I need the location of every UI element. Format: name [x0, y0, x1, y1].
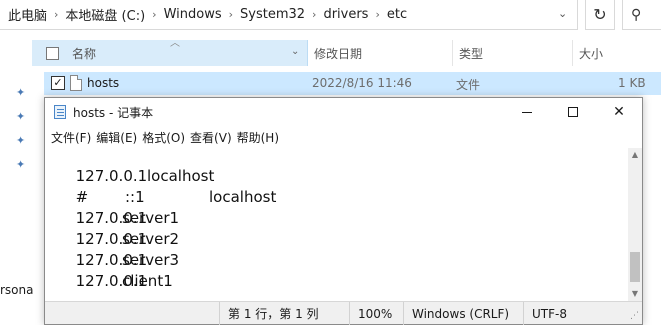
scroll-down-arrow-icon[interactable]: ▼ [628, 287, 642, 301]
chevron-right-icon: › [375, 8, 380, 21]
row-checkbox[interactable]: ✓ [51, 76, 65, 90]
pin-icon[interactable]: ✦ [16, 134, 25, 147]
menu-file[interactable]: 文件(F) [49, 129, 94, 146]
breadcrumb-local-disk[interactable]: 本地磁盘 (C:) [61, 5, 149, 24]
menu-view[interactable]: 查看(V) [188, 129, 235, 146]
chevron-down-icon[interactable]: ⌄ [291, 46, 299, 57]
minimize-button[interactable] [504, 98, 550, 126]
breadcrumb-drivers[interactable]: drivers [319, 7, 372, 22]
chevron-right-icon: › [54, 8, 59, 21]
close-icon: ✕ [613, 104, 625, 120]
chevron-right-icon: › [312, 8, 317, 21]
title-bar[interactable]: hosts - 记事本 ✕ [45, 98, 642, 126]
scroll-thumb[interactable] [630, 252, 640, 282]
file-size: 1 KB [618, 76, 646, 90]
status-cursor-position: 第 1 行，第 1 列 [219, 302, 349, 325]
menu-help[interactable]: 帮助(H) [235, 129, 282, 146]
refresh-button[interactable]: ↻ [585, 0, 615, 30]
notepad-app-icon [54, 105, 66, 119]
maximize-icon [568, 107, 578, 117]
sidebar-item-label[interactable]: rsona [0, 283, 34, 297]
hostname: localhost [147, 167, 215, 185]
status-line-ending: Windows (CRLF) [403, 302, 523, 325]
pin-icon[interactable]: ✦ [16, 110, 25, 123]
window-title: hosts - 记事本 [73, 106, 154, 120]
file-name: hosts [87, 76, 120, 90]
file-icon [70, 75, 82, 91]
hostname: client1 [122, 272, 173, 290]
breadcrumb-this-pc[interactable]: 此电脑 [4, 5, 51, 24]
file-type: 文件 [456, 78, 481, 92]
scroll-up-arrow-icon[interactable]: ▲ [628, 148, 642, 162]
column-type[interactable]: 类型 [453, 40, 573, 66]
chevron-right-icon: › [152, 8, 157, 21]
chevron-down-icon[interactable]: ⌄ [558, 7, 567, 20]
column-header: ︿ 名称 ⌄ 修改日期 类型 大小 [32, 38, 661, 66]
breadcrumb-system32[interactable]: System32 [236, 7, 309, 22]
close-button[interactable]: ✕ [596, 98, 642, 126]
resize-grip-icon[interactable]: ⋰ [630, 311, 639, 321]
pin-icon[interactable]: ✦ [16, 86, 25, 99]
text-editor[interactable]: 127.0.0.1 localhost #::1 localhost 127.0.0… [45, 148, 628, 301]
column-name[interactable]: ︿ 名称 ⌄ [32, 38, 308, 66]
search-input[interactable]: ⚲ [622, 0, 661, 30]
status-encoding: UTF-8 [523, 302, 628, 325]
status-zoom: 100% [349, 302, 403, 325]
vertical-scrollbar[interactable]: ▲ ▼ [628, 148, 642, 301]
select-all-checkbox[interactable] [46, 47, 59, 60]
status-bar: 第 1 行，第 1 列 100% Windows (CRLF) UTF-8 ⋰ [45, 301, 642, 325]
column-name-label: 名称 [72, 46, 97, 61]
notepad-window: hosts - 记事本 ✕ 文件(F) 编辑(E) 格式(O) 查看(V) 帮助… [44, 97, 643, 325]
menu-format[interactable]: 格式(O) [140, 129, 188, 146]
file-date: 2022/8/16 11:46 [312, 76, 412, 90]
minimize-icon [522, 111, 532, 113]
column-size-label: 大小 [579, 46, 604, 61]
column-size[interactable]: 大小 [573, 40, 661, 66]
refresh-icon: ↻ [593, 5, 607, 24]
text-line: 127.0.0.1 client1 [47, 254, 173, 301]
maximize-button[interactable] [550, 98, 596, 126]
pin-icon[interactable]: ✦ [16, 158, 25, 171]
address-bar[interactable]: 此电脑 › 本地磁盘 (C:) › Windows › System32 › d… [0, 0, 578, 30]
column-date-label: 修改日期 [314, 46, 363, 61]
search-icon: ⚲ [631, 6, 642, 23]
menu-edit[interactable]: 编辑(E) [94, 129, 140, 146]
breadcrumb-windows[interactable]: Windows [160, 7, 226, 22]
hostname: localhost [209, 188, 277, 206]
menu-bar: 文件(F) 编辑(E) 格式(O) 查看(V) 帮助(H) [45, 126, 642, 148]
column-type-label: 类型 [459, 46, 484, 61]
breadcrumb-etc[interactable]: etc [383, 7, 411, 22]
file-row[interactable]: ✓ hosts 2022/8/16 11:46 文件 1 KB [44, 72, 661, 95]
sort-ascending-icon: ︿ [170, 38, 180, 49]
chevron-right-icon: › [228, 8, 233, 21]
column-date[interactable]: 修改日期 [308, 40, 453, 66]
